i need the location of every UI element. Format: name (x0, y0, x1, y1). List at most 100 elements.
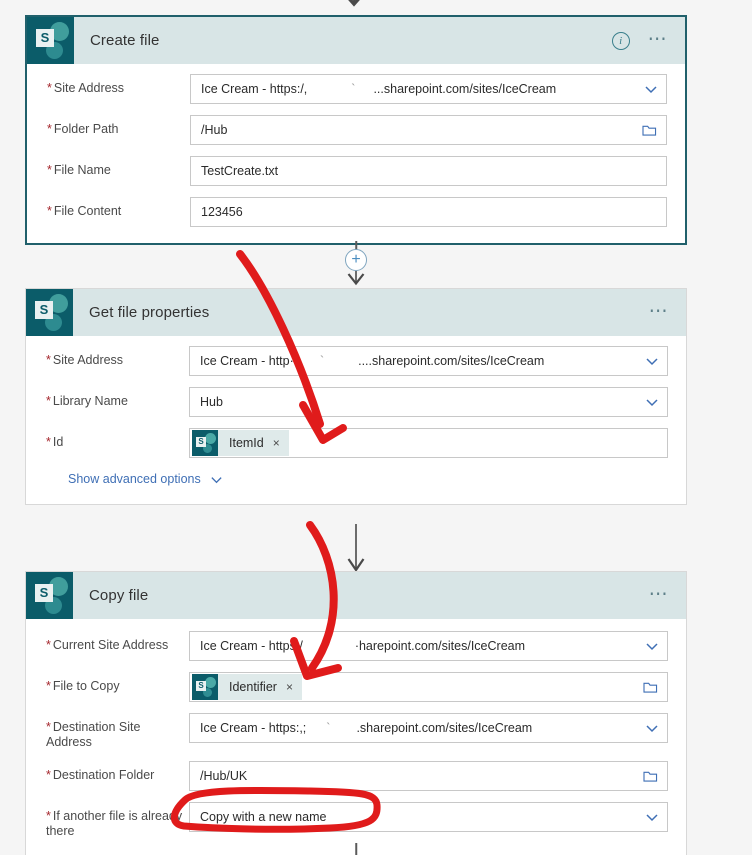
sharepoint-logo-letter: S (196, 437, 206, 447)
action-card-copy-file[interactable]: S Copy file ⋯ * Current Site Address Ice … (25, 571, 687, 855)
field-label: * If another file is already there (46, 809, 183, 838)
folder-path-input[interactable]: /Hub (190, 115, 667, 145)
folder-picker-icon[interactable] (643, 681, 658, 694)
folder-picker-icon[interactable] (643, 770, 658, 783)
info-icon[interactable]: i (611, 31, 630, 50)
site-address-input[interactable]: Ice Cream - http·· ` ....sharepoint.com/si… (189, 346, 668, 376)
ellipsis-icon[interactable]: ⋯ (649, 585, 670, 604)
required-asterisk: * (46, 720, 51, 734)
folder-picker-icon[interactable] (642, 124, 657, 137)
card-title: Copy file (89, 587, 149, 604)
sharepoint-logo-letter: S (35, 584, 53, 602)
field-value-tick: ` (351, 82, 356, 96)
field-value-suffix: ·harepoint.com/sites/IceCream (354, 639, 526, 653)
field-row-id: * Id S ItemId × (46, 428, 668, 458)
card-header[interactable]: S Create file i ⋯ (27, 17, 685, 64)
field-label: * File Content (47, 204, 122, 218)
card-header-actions: i ⋯ (611, 30, 685, 50)
field-value: Hub (200, 395, 223, 409)
field-value: TestCreate.txt (201, 164, 279, 178)
field-row-if-another-file-exists: * If another file is already there Copy w… (46, 802, 668, 839)
top-arrow-connector (332, 0, 376, 14)
field-label: * Destination Site Address (46, 720, 141, 749)
show-advanced-options-link[interactable]: Show advanced options (68, 472, 668, 486)
file-to-copy-input[interactable]: S Identifier × (189, 672, 668, 702)
sharepoint-icon: S (27, 17, 74, 64)
dynamic-content-token[interactable]: S ItemId × (192, 430, 289, 456)
ellipsis-icon[interactable]: ⋯ (649, 302, 670, 321)
field-row-destination-site-address: * Destination Site Address Ice Cream - ht… (46, 713, 668, 750)
field-label: * Folder Path (47, 122, 119, 136)
field-label: * Destination Folder (46, 768, 155, 782)
action-card-get-file-properties[interactable]: S Get file properties ⋯ * Site Address Ic… (25, 288, 687, 505)
chevron-down-icon[interactable] (644, 82, 658, 96)
action-card-create-file[interactable]: S Create file i ⋯ * Site Address Ice Crea… (25, 15, 687, 245)
card-header[interactable]: S Copy file ⋯ (26, 572, 686, 619)
field-value-suffix: ....sharepoint.com/sites/IceCream (358, 354, 545, 368)
required-asterisk: * (47, 204, 52, 218)
chevron-down-icon[interactable] (645, 354, 659, 368)
field-value-prefix: Ice Cream - https:,; (200, 721, 307, 735)
flow-designer-canvas: S Create file i ⋯ * Site Address Ice Crea… (0, 0, 752, 855)
add-step-connector: + (334, 241, 378, 286)
card-title: Get file properties (89, 304, 210, 321)
sharepoint-logo-letter: S (196, 681, 206, 691)
field-value: Copy with a new name (200, 810, 327, 824)
sharepoint-token-icon: S (192, 674, 218, 700)
required-asterisk: * (46, 638, 51, 652)
id-input[interactable]: S ItemId × (189, 428, 668, 458)
file-content-input[interactable]: 123456 (190, 197, 667, 227)
library-name-input[interactable]: Hub (189, 387, 668, 417)
card-header-actions: ⋯ (649, 585, 686, 604)
field-value-prefix: Ice Cream - https:/, (201, 82, 308, 96)
field-value-suffix: ...sharepoint.com/sites/IceCream (373, 82, 557, 96)
field-value: /Hub/UK (200, 769, 248, 783)
ellipsis-icon[interactable]: ⋯ (648, 30, 669, 49)
sharepoint-icon: S (26, 289, 73, 336)
current-site-address-input[interactable]: Ice Cream - https:/ ·harepoint.com/sites/… (189, 631, 668, 661)
show-advanced-options-label: Show advanced options (68, 472, 201, 486)
required-asterisk: * (47, 122, 52, 136)
chevron-down-icon[interactable] (645, 639, 659, 653)
field-label: * Site Address (47, 81, 125, 95)
dynamic-content-token[interactable]: S Identifier × (192, 674, 302, 700)
chevron-down-icon[interactable] (210, 473, 223, 486)
field-value-prefix: Ice Cream - https:/ (200, 639, 303, 653)
field-row-current-site-address: * Current Site Address Ice Cream - https:… (46, 631, 668, 661)
card-header-actions: ⋯ (649, 302, 686, 321)
field-value-prefix: Ice Cream - http·· (200, 354, 298, 368)
token-label: ItemId (229, 436, 264, 450)
field-value: /Hub (201, 123, 228, 137)
required-asterisk: * (46, 435, 51, 449)
sharepoint-logo-letter: S (35, 301, 53, 319)
sharepoint-icon: S (26, 572, 73, 619)
field-row-folder-path: * Folder Path /Hub (47, 115, 667, 145)
remove-token-icon[interactable]: × (273, 436, 280, 450)
destination-folder-input[interactable]: /Hub/UK (189, 761, 668, 791)
field-row-file-name: * File Name TestCreate.txt (47, 156, 667, 186)
chevron-down-icon[interactable] (645, 721, 659, 735)
if-another-file-exists-dropdown[interactable]: Copy with a new name (189, 802, 668, 832)
field-row-library-name: * Library Name Hub (46, 387, 668, 417)
chevron-down-icon[interactable] (645, 395, 659, 409)
required-asterisk: * (46, 394, 51, 408)
sharepoint-logo-letter: S (36, 29, 54, 47)
remove-token-icon[interactable]: × (286, 680, 293, 694)
field-value-tick: ` (326, 721, 331, 735)
chevron-down-icon[interactable] (645, 810, 659, 824)
required-asterisk: * (46, 809, 51, 823)
card-body: * Current Site Address Ice Cream - https:… (26, 619, 686, 855)
site-address-input[interactable]: Ice Cream - https:/, ` ...sharepoint.com/s… (190, 74, 667, 104)
field-value-tick: ` (319, 354, 325, 368)
field-label: * File to Copy (46, 679, 120, 693)
field-value-suffix: .sharepoint.com/sites/IceCream (356, 721, 533, 735)
field-row-destination-folder: * Destination Folder /Hub/UK (46, 761, 668, 791)
required-asterisk: * (46, 679, 51, 693)
field-label: * Site Address (46, 353, 124, 367)
token-label: Identifier (229, 680, 277, 694)
arrow-connector-2-3 (334, 524, 378, 572)
field-row-site-address: * Site Address Ice Cream - http·· ` ....sha… (46, 346, 668, 376)
file-name-input[interactable]: TestCreate.txt (190, 156, 667, 186)
card-header[interactable]: S Get file properties ⋯ (26, 289, 686, 336)
destination-site-address-input[interactable]: Ice Cream - https:,; ` .sharepoint.com/sit… (189, 713, 668, 743)
